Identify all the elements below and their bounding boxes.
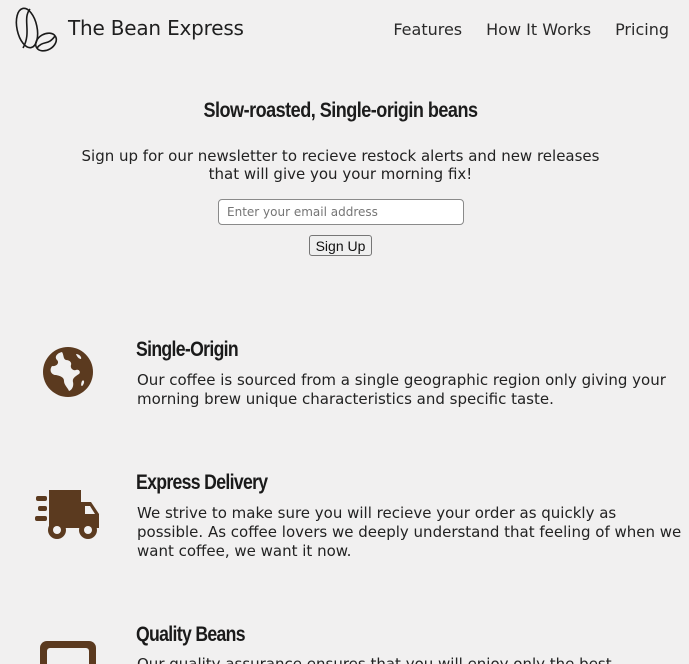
nav-link-pricing[interactable]: Pricing: [615, 20, 669, 39]
nav-link-features[interactable]: Features: [393, 20, 462, 39]
hero-description-line-2: that will give you your morning fix!: [208, 165, 473, 183]
email-input[interactable]: [218, 199, 464, 225]
coffee-beans-logo-icon[interactable]: [10, 4, 62, 56]
hero-title: Slow-roasted, Single-origin beans: [203, 99, 479, 122]
brand-name[interactable]: The Bean Express: [68, 16, 244, 40]
site-header: The Bean Express Features How It Works P…: [0, 0, 689, 60]
quality-icon: [40, 641, 96, 664]
nav-link-how-it-works[interactable]: How It Works: [486, 20, 591, 39]
hero-description: Sign up for our newsletter to recieve re…: [60, 147, 621, 183]
delivery-truck-icon: [35, 490, 99, 539]
feature-text-express-delivery: We strive to make sure you will recieve …: [137, 504, 682, 560]
page: The Bean Express Features How It Works P…: [0, 0, 689, 664]
sign-up-button[interactable]: Sign Up: [309, 235, 372, 256]
feature-title-single-origin: Single-Origin: [136, 338, 239, 361]
feature-title-express-delivery: Express Delivery: [136, 471, 268, 494]
globe-icon: [43, 347, 93, 397]
feature-text-quality-beans: Our quality assurance ensures that you w…: [137, 655, 612, 664]
feature-title-quality-beans: Quality Beans: [136, 623, 246, 646]
feature-text-single-origin: Our coffee is sourced from a single geog…: [137, 371, 666, 408]
hero-description-line-1: Sign up for our newsletter to recieve re…: [81, 147, 600, 165]
main-nav: Features How It Works Pricing: [393, 20, 669, 39]
